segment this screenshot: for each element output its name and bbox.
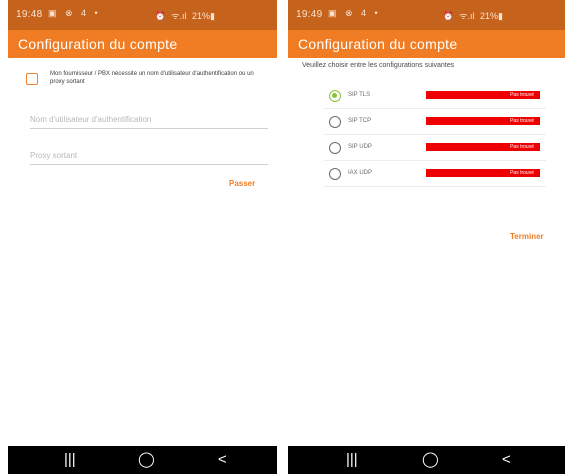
alarm-icon: ⏰ [154,11,166,21]
back-icon[interactable]: < [502,451,511,469]
auth-required-checkbox[interactable] [26,73,38,85]
recents-icon[interactable]: ||| [346,451,358,469]
radio-button[interactable] [329,116,341,128]
not-found-indicator: Pas trouvé [426,117,540,125]
page-title: Configuration du compte [298,36,458,52]
not-found-label: Pas trouvé [510,118,534,124]
not-found-indicator: Pas trouvé [426,91,540,99]
option-sip-udp[interactable]: SIP UDP Pas trouvé [324,135,546,161]
left-screen: 19:48 ▣ ⊗ 4 • ⏰ ᯤ.ıl 21%▮ Configuration … [8,0,277,474]
outbound-proxy-input[interactable] [30,147,268,165]
back-icon[interactable]: < [218,451,227,469]
app-bar: Configuration du compte [8,30,277,58]
option-label: SIP UDP [348,144,372,150]
skip-button[interactable]: Passer [229,179,255,188]
page-title: Configuration du compte [18,36,178,52]
instruction-text: Veuillez choisir entre les configuration… [302,62,455,69]
notification-icons: ▣ ⊗ 4 • [48,8,101,18]
signal-icon: ᯤ.ıl [171,11,187,21]
battery-indicator: 21%▮ [192,11,215,21]
alarm-icon: ⏰ [442,11,454,21]
status-bar: 19:49 ▣ ⊗ 4 • ⏰ ᯤ.ıl 21%▮ [288,0,565,30]
navigation-bar: ||| ◯ < [288,446,565,474]
notification-icons: ▣ ⊗ 4 • [328,8,381,18]
right-screen: 19:49 ▣ ⊗ 4 • ⏰ ᯤ.ıl 21%▮ Configuration … [288,0,565,474]
status-time: 19:48 [16,9,43,20]
home-icon[interactable]: ◯ [422,451,439,469]
radio-button[interactable] [329,90,341,102]
not-found-label: Pas trouvé [510,144,534,150]
option-label: SIP TLS [348,92,371,98]
not-found-indicator: Pas trouvé [426,169,540,177]
not-found-indicator: Pas trouvé [426,143,540,151]
status-time: 19:49 [296,9,323,20]
option-sip-tcp[interactable]: SIP TCP Pas trouvé [324,109,546,135]
auth-required-label[interactable]: Mon fournisseur / PBX nécessite un nom d… [50,71,265,86]
battery-indicator: 21%▮ [480,11,503,21]
option-iax-udp[interactable]: IAX UDP Pas trouvé [324,161,546,187]
navigation-bar: ||| ◯ < [8,446,277,474]
signal-icon: ᯤ.ıl [459,11,475,21]
auth-username-input[interactable] [30,111,268,129]
app-bar: Configuration du compte [288,30,565,58]
system-icons: ⏰ ᯤ.ıl 21%▮ [440,9,503,22]
option-label: SIP TCP [348,118,372,124]
recents-icon[interactable]: ||| [64,451,76,469]
radio-button[interactable] [329,142,341,154]
not-found-label: Pas trouvé [510,92,534,98]
not-found-label: Pas trouvé [510,170,534,176]
radio-button[interactable] [329,168,341,180]
home-icon[interactable]: ◯ [138,451,155,469]
finish-button[interactable]: Terminer [510,232,544,241]
status-bar: 19:48 ▣ ⊗ 4 • ⏰ ᯤ.ıl 21%▮ [8,0,277,30]
option-sip-tls[interactable]: SIP TLS Pas trouvé [324,83,546,109]
system-icons: ⏰ ᯤ.ıl 21%▮ [152,9,215,22]
option-label: IAX UDP [348,170,373,176]
